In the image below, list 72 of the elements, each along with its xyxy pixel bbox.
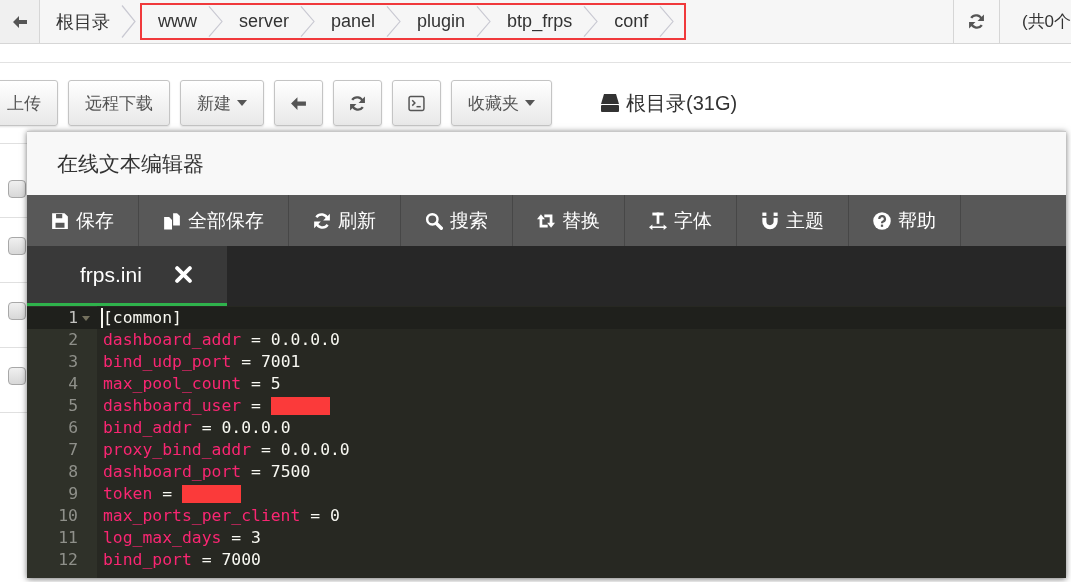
code-text: bind_addr = 0.0.0.0 [102,418,291,438]
code-text: token = [102,484,173,504]
text-height-icon [649,211,667,230]
code-text: [common] [101,308,182,328]
chevron-icon [659,6,675,37]
breadcrumb-link[interactable]: btp_frps [491,6,599,37]
code-text: bind_port = 7000 [102,550,261,570]
line-number: 3 [68,351,78,373]
toolbar-button[interactable]: 上传 [0,80,58,126]
code-editor[interactable] [27,306,1066,578]
breadcrumb-link[interactable]: 根目录 [40,5,136,38]
line-number: 6 [68,417,78,439]
code-text: log_max_days = 3 [102,528,261,548]
line-number: 5 [68,395,78,417]
fold-arrow-icon[interactable] [82,315,90,321]
dialog-title: 在线文本编辑器 [27,132,1066,195]
line-number: 8 [68,461,78,483]
search-icon [425,211,443,230]
dropdown-button[interactable]: 新建 [180,80,264,126]
line-number: 4 [68,373,78,395]
line-number: 2 [68,329,78,351]
code-text: bind_udp_port = 7001 [102,352,301,372]
line-number: 1 [68,307,78,329]
redaction-bar [181,485,242,503]
line-number: 11 [58,527,78,549]
refresh-button[interactable] [333,80,382,126]
code-text: dashboard_port = 7500 [102,462,311,482]
code-text: dashboard_user = [102,396,261,416]
chevron-icon [476,6,492,37]
chevron-icon [121,5,136,38]
refresh-icon [349,94,366,112]
line-number: 10 [58,505,78,527]
caret-icon [525,100,535,106]
line-number: 7 [68,439,78,461]
chevron-icon [583,6,599,37]
caret-icon [237,100,247,106]
terminal-icon [408,94,425,112]
terminal-button[interactable] [392,80,441,126]
question-icon [873,211,891,230]
redaction-bar [270,397,330,415]
code-text: max_ports_per_client = 0 [102,506,340,526]
chevron-icon [300,6,315,37]
files-icon [163,211,181,230]
code-text: proxy_bind_addr = 0.0.0.0 [102,440,350,460]
refresh-icon [313,211,331,230]
refresh-icon [967,13,985,30]
line-number: 9 [68,483,78,505]
checkbox[interactable] [8,367,26,385]
code-text: dashboard_addr = 0.0.0.0 [102,330,340,350]
chevron-icon [386,6,402,37]
checkbox[interactable] [8,302,26,320]
code-text: max_pool_count = 5 [102,374,281,394]
file-tab[interactable]: frps.ini [27,246,227,306]
breadcrumb-link[interactable]: plugin [401,6,492,37]
back-button[interactable] [274,80,323,126]
magnet-icon [761,211,779,230]
checkbox[interactable] [8,237,26,255]
toolbar-button[interactable]: 远程下载 [68,80,170,126]
hard-drive-icon [600,94,620,112]
refresh-button[interactable] [952,0,1000,43]
line-number: 12 [58,549,78,571]
back-button[interactable] [0,0,40,43]
breadcrumb-link[interactable]: www [142,6,223,37]
dropdown-button[interactable]: 收藏夹 [451,80,552,126]
disk-label: 根目录(31G) [626,90,738,116]
close-icon[interactable] [174,266,192,283]
chevron-icon [208,6,223,37]
breadcrumb-link[interactable]: server [223,6,315,37]
item-count-text: (共0个 [1020,11,1071,33]
breadcrumb-link[interactable]: conf [598,6,675,37]
breadcrumb-link[interactable]: panel [315,6,402,37]
checkbox[interactable] [8,180,26,198]
